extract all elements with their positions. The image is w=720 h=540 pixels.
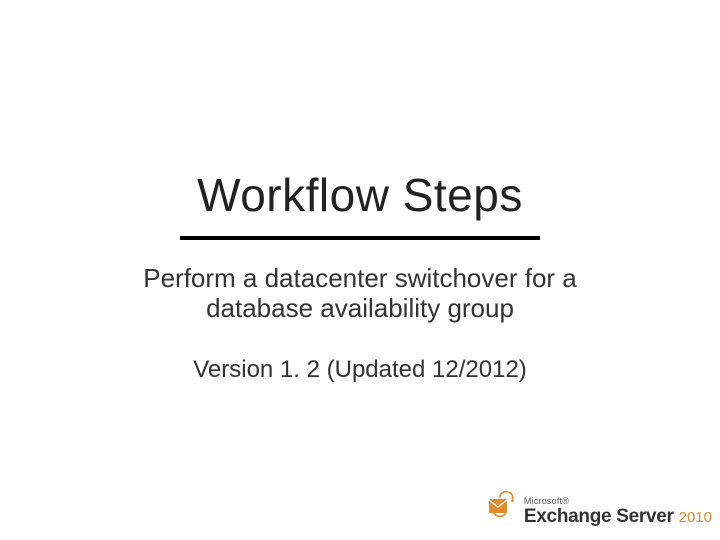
subtitle: Perform a datacenter switchover for a da… bbox=[100, 264, 620, 324]
product-logo: Microsoft® Exchange Server 2010 bbox=[484, 487, 712, 526]
exchange-icon bbox=[484, 487, 518, 526]
slide: Workflow Steps Perform a datacenter swit… bbox=[0, 0, 720, 540]
logo-product-line: Exchange Server 2010 bbox=[524, 507, 712, 526]
version-text: Version 1. 2 (Updated 12/2012) bbox=[193, 356, 527, 384]
divider bbox=[180, 236, 540, 240]
logo-text-block: Microsoft® Exchange Server 2010 bbox=[524, 497, 712, 526]
logo-year: 2010 bbox=[679, 510, 712, 525]
page-title: Workflow Steps bbox=[197, 168, 523, 222]
logo-product-name: Exchange Server bbox=[524, 507, 674, 526]
logo-brand: Microsoft® bbox=[524, 497, 712, 506]
